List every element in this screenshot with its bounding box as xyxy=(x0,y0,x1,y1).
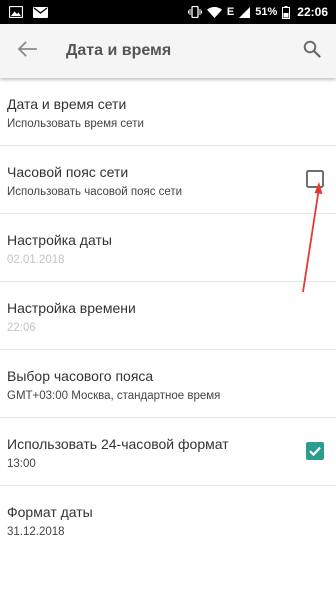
setting-network-timezone[interactable]: Часовой пояс сети Использовать часовой п… xyxy=(0,146,336,214)
setting-subtitle: 13:00 xyxy=(7,458,36,470)
page-title: Дата и время xyxy=(66,42,172,59)
image-icon xyxy=(9,6,23,18)
status-bar-notifications xyxy=(0,6,48,18)
24-hour-format-checkbox[interactable] xyxy=(306,442,324,460)
setting-title: Часовой пояс сети xyxy=(7,164,129,180)
setting-subtitle: 22:06 xyxy=(7,322,36,334)
setting-subtitle: GMT+03:00 Москва, стандартное время xyxy=(7,390,221,402)
arrow-left-icon xyxy=(17,40,37,62)
setting-title: Выбор часового пояса xyxy=(7,368,154,384)
setting-subtitle: Использовать часовой пояс сети xyxy=(7,186,183,198)
setting-24-hour-format[interactable]: Использовать 24-часовой формат 13:00 xyxy=(0,418,336,486)
search-button[interactable] xyxy=(288,24,336,78)
setting-subtitle: Использовать время сети xyxy=(7,118,144,130)
search-icon xyxy=(303,40,321,63)
battery-percent: 51% xyxy=(255,6,278,18)
status-bar-clock: 22:06 xyxy=(297,5,328,19)
back-button[interactable] xyxy=(2,24,52,78)
settings-list: Дата и время сети Использовать время сет… xyxy=(0,78,336,554)
vibrate-icon xyxy=(187,6,202,18)
network-timezone-checkbox[interactable] xyxy=(306,170,324,188)
wifi-icon xyxy=(206,6,222,18)
setting-subtitle: 31.12.2018 xyxy=(7,526,65,538)
network-type-label: E xyxy=(226,6,235,18)
setting-title: Использовать 24-часовой формат xyxy=(7,436,229,452)
setting-timezone[interactable]: Выбор часового пояса GMT+03:00 Москва, с… xyxy=(0,350,336,418)
status-bar-system: E 51% 22:06 xyxy=(187,5,336,19)
setting-title: Формат даты xyxy=(7,504,93,520)
app-bar: Дата и время xyxy=(0,24,336,78)
setting-title: Дата и время сети xyxy=(7,96,127,112)
mail-icon xyxy=(33,6,48,18)
setting-time[interactable]: Настройка времени 22:06 xyxy=(0,282,336,350)
setting-subtitle: 02.01.2018 xyxy=(7,254,65,266)
setting-date[interactable]: Настройка даты 02.01.2018 xyxy=(0,214,336,282)
setting-network-time[interactable]: Дата и время сети Использовать время сет… xyxy=(0,78,336,146)
battery-icon xyxy=(282,5,291,19)
setting-title: Настройка даты xyxy=(7,232,112,248)
setting-title: Настройка времени xyxy=(7,300,136,316)
setting-date-format[interactable]: Формат даты 31.12.2018 xyxy=(0,486,336,554)
signal-icon xyxy=(239,6,251,18)
status-bar: E 51% 22:06 xyxy=(0,0,336,24)
